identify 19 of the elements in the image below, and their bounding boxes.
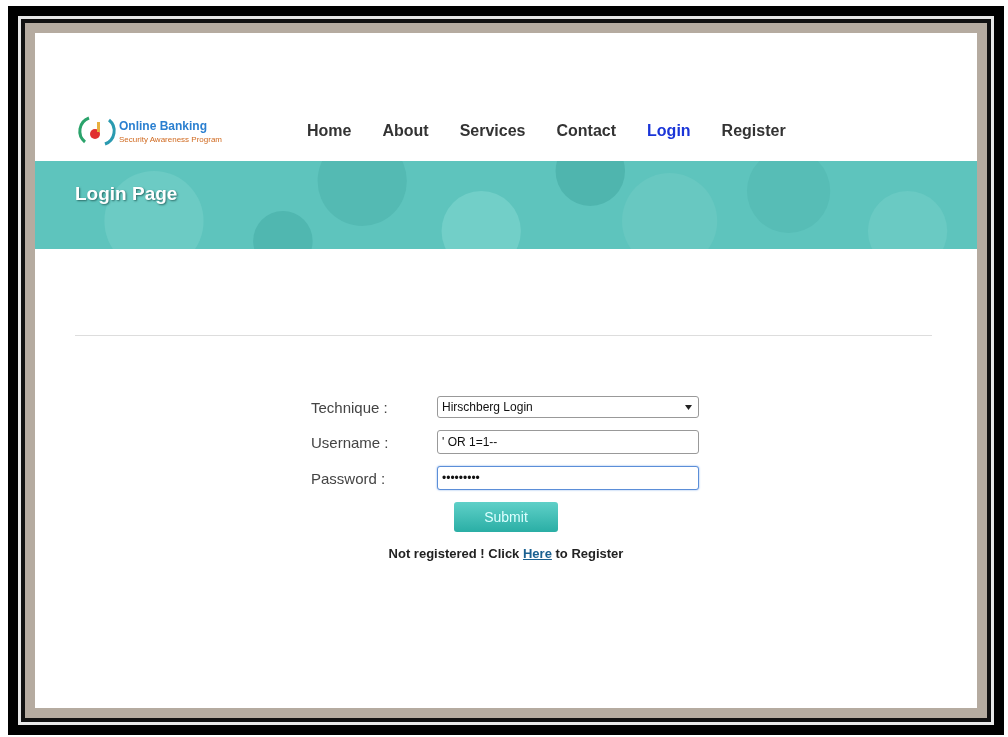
nav-link[interactable]: Register (721, 122, 786, 140)
nav-link[interactable]: Login (647, 122, 691, 140)
caret-icon (685, 404, 692, 410)
input-field[interactable]: ••••••••• (437, 466, 699, 490)
here-link[interactable]: Here (522, 546, 552, 561)
nav-link[interactable]: Home (307, 122, 352, 140)
field-label: Password : (311, 469, 387, 487)
input-field[interactable]: ' OR 1=1-- (437, 430, 699, 454)
nav-link[interactable]: Services (459, 122, 526, 140)
logo-icon (77, 114, 117, 148)
technique-dropdown[interactable]: Hirschberg Login (437, 396, 699, 418)
field-label: Username : (311, 433, 390, 451)
page-title: Login Page (74, 182, 178, 205)
logo-title: Online Banking (119, 118, 208, 133)
nav-link[interactable]: About (382, 122, 429, 140)
field-label: Technique : (311, 398, 389, 416)
nav-link[interactable]: Contact (556, 122, 617, 140)
register-prompt: Not registered ! Click Here to Register (388, 546, 624, 561)
logo-tagline: Security Awareness Program (119, 134, 222, 144)
